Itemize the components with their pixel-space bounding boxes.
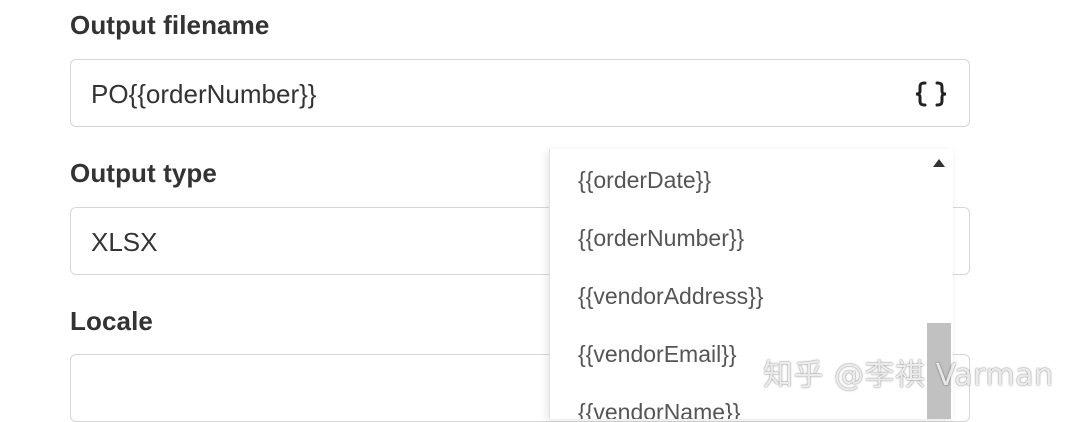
locale-label: Locale	[70, 306, 153, 336]
output-filename-input[interactable]: PO{{orderNumber}}	[91, 60, 316, 128]
output-filename-label: Output filename	[70, 10, 270, 40]
output-type-label: Output type	[70, 158, 217, 188]
output-type-value: XLSX	[91, 227, 158, 257]
watermark: 知乎 @李祺 Varman	[763, 358, 1054, 393]
scroll-up-arrow-icon[interactable]	[933, 159, 945, 167]
output-filename-field[interactable]: PO{{orderNumber}}	[70, 59, 970, 127]
variable-option-vendoraddress[interactable]: {{vendorAddress}}	[550, 265, 926, 323]
curly-braces-icon	[914, 80, 948, 108]
variable-option-ordernumber[interactable]: {{orderNumber}}	[550, 207, 926, 265]
insert-variable-button[interactable]	[911, 74, 951, 114]
variable-option-orderdate[interactable]: {{orderDate}}	[550, 149, 926, 207]
